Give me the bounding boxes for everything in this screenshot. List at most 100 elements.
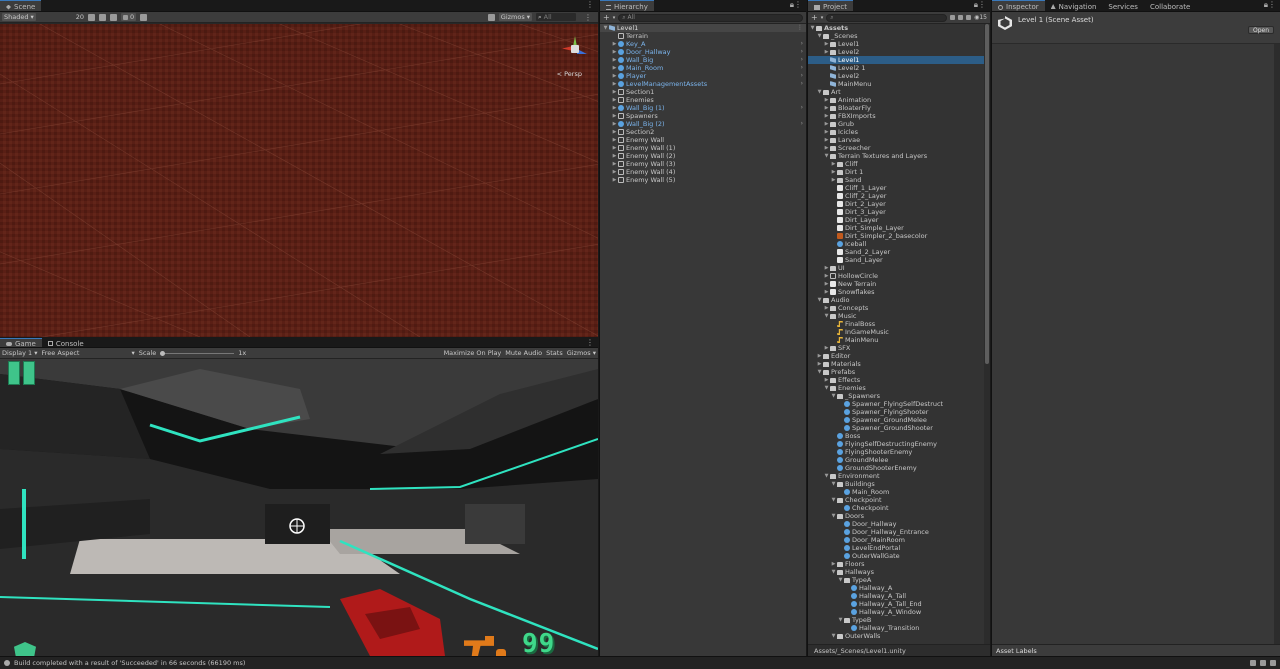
project-row[interactable]: ▼ _Spawners [808,392,984,400]
hierarchy-row[interactable]: ▶ Section1 [600,88,806,96]
tree-arrow-icon[interactable]: ▶ [611,120,618,128]
project-row[interactable]: Level2 1 [808,64,984,72]
hierarchy-row[interactable]: ▶ Enemy Wall (1) [600,144,806,152]
hierarchy-row[interactable]: ▶ LevelManagementAssets › [600,80,806,88]
tree-arrow-icon[interactable]: ▼ [837,616,844,624]
tab-inspector[interactable]: Inspector [992,0,1045,11]
hierarchy-lock-icon[interactable]: 🔒︎⋮ [786,0,806,11]
tree-arrow-icon[interactable]: ▶ [611,48,618,56]
tree-arrow-icon[interactable]: ▶ [823,48,830,56]
tree-arrow-icon[interactable]: ▶ [611,176,618,184]
project-row[interactable]: ▶ Level2 [808,48,984,56]
display-dropdown[interactable]: Display 1 ▾ [2,349,38,357]
project-row[interactable]: Cliff_2_Layer [808,192,984,200]
project-row[interactable]: ▶ Concepts [808,304,984,312]
tree-arrow-icon[interactable]: ▼ [816,32,823,40]
project-row[interactable]: ▶ Editor [808,352,984,360]
project-row[interactable]: LevelEndPortal [808,544,984,552]
project-row[interactable]: Main_Room [808,488,984,496]
tree-arrow-icon[interactable]: ▼ [830,568,837,576]
tree-arrow-icon[interactable]: ▼ [809,24,816,32]
tree-arrow-icon[interactable]: ▶ [611,128,618,136]
tab-project[interactable]: Project [808,0,853,11]
project-row[interactable]: GroundMelee [808,456,984,464]
filter-label-icon[interactable] [958,15,964,20]
tree-arrow-icon[interactable]: ▶ [830,160,837,168]
project-row[interactable]: Door_Hallway_Entrance [808,528,984,536]
tab-collaborate[interactable]: Collaborate [1144,0,1196,11]
project-scrollbar[interactable] [984,24,990,644]
game-viewport[interactable]: 99 [0,359,598,656]
project-row[interactable]: Hallway_A [808,584,984,592]
row-menu-icon[interactable]: ⋮ [797,24,803,32]
tree-arrow-icon[interactable]: ▶ [830,560,837,568]
project-row[interactable]: Spawner_FlyingShooter [808,408,984,416]
project-row[interactable]: Door_Hallway [808,520,984,528]
project-row[interactable]: ▶ FBXImports [808,112,984,120]
project-row[interactable]: Iceball [808,240,984,248]
chevron-right-icon[interactable]: › [801,104,803,112]
tree-arrow-icon[interactable]: ▶ [823,304,830,312]
chevron-right-icon[interactable]: › [801,56,803,64]
project-row[interactable]: Hallway_A_Tall [808,592,984,600]
tree-arrow-icon[interactable]: ▶ [816,360,823,368]
project-row[interactable]: ▼ Prefabs [808,368,984,376]
project-row[interactable]: ▶ Snowflakes [808,288,984,296]
tree-arrow-icon[interactable]: ▶ [611,56,618,64]
gizmos-dropdown[interactable]: Gizmos ▾ [498,13,532,21]
project-row[interactable]: ▶ Effects [808,376,984,384]
project-row[interactable]: MainMenu [808,336,984,344]
project-row[interactable]: ▼ Audio [808,296,984,304]
project-row[interactable]: ▶ Grub [808,120,984,128]
project-row[interactable]: ▶ HollowCircle [808,272,984,280]
tree-arrow-icon[interactable]: ▶ [823,144,830,152]
project-row[interactable]: ▼ Assets [808,24,984,32]
hierarchy-search-input[interactable]: ⌕ All [618,13,803,22]
tree-arrow-icon[interactable]: ▶ [823,128,830,136]
cache-server-icon[interactable] [1250,660,1256,666]
project-row[interactable]: ▼ TypeB [808,616,984,624]
tree-arrow-icon[interactable]: ▶ [830,168,837,176]
project-row[interactable]: ▼ Music [808,312,984,320]
tree-arrow-icon[interactable]: ▶ [823,112,830,120]
project-row[interactable]: Door_MainRoom [808,536,984,544]
tree-arrow-icon[interactable]: ▶ [823,40,830,48]
project-row[interactable]: MainMenu [808,80,984,88]
tree-arrow-icon[interactable]: ▼ [816,88,823,96]
project-row[interactable]: ▶ SFX [808,344,984,352]
tree-arrow-icon[interactable]: ▶ [611,160,618,168]
effects-icon[interactable] [110,13,118,21]
tab-scene[interactable]: Scene [0,0,42,11]
inspector-lock-icon[interactable]: 🔒︎⋮ [1260,0,1280,11]
project-row[interactable]: Cliff_1_Layer [808,184,984,192]
tree-arrow-icon[interactable]: ▶ [611,88,618,96]
hierarchy-row[interactable]: ▶ Spawners [600,112,806,120]
project-row[interactable]: InGameMusic [808,328,984,336]
project-row[interactable]: OuterWallGate [808,552,984,560]
project-row[interactable]: Sand_2_Layer [808,248,984,256]
add-icon[interactable]: + [811,13,818,22]
shading-mode-dropdown[interactable]: Shaded ▾ [2,13,36,21]
scene-toolbar-menu-icon[interactable]: ⋮ [580,13,596,22]
inspector-scrollbar[interactable] [1274,44,1280,644]
tree-arrow-icon[interactable]: ▼ [823,152,830,160]
project-row[interactable]: FlyingShooterEnemy [808,448,984,456]
orientation-gizmo[interactable] [562,36,588,62]
2d-toggle-icon[interactable] [68,14,72,21]
project-search-input[interactable]: ⌕ [826,13,948,22]
project-lock-icon[interactable]: 🔒︎⋮ [970,0,990,11]
tree-arrow-icon[interactable]: ▶ [823,104,830,112]
hidden-objects-toggle[interactable]: 0 [121,13,137,21]
project-row[interactable]: Spawner_GroundMelee [808,416,984,424]
scene-tab-menu-icon[interactable]: ⋮ [582,0,598,11]
tree-arrow-icon[interactable]: ▼ [830,512,837,520]
tree-arrow-icon[interactable]: ▼ [830,632,837,640]
project-row[interactable]: Hallway_A_Tall_End [808,600,984,608]
project-row[interactable]: Hallway_A_Window [808,608,984,616]
tree-arrow-icon[interactable]: ▼ [830,496,837,504]
tree-arrow-icon[interactable]: ▼ [602,24,609,32]
mute-audio-toggle[interactable]: Mute Audio [505,349,542,357]
project-row[interactable]: ▼ Terrain Textures and Layers [808,152,984,160]
project-row[interactable]: Level1 [808,56,984,64]
project-row[interactable]: Dirt_Simple_Layer [808,224,984,232]
